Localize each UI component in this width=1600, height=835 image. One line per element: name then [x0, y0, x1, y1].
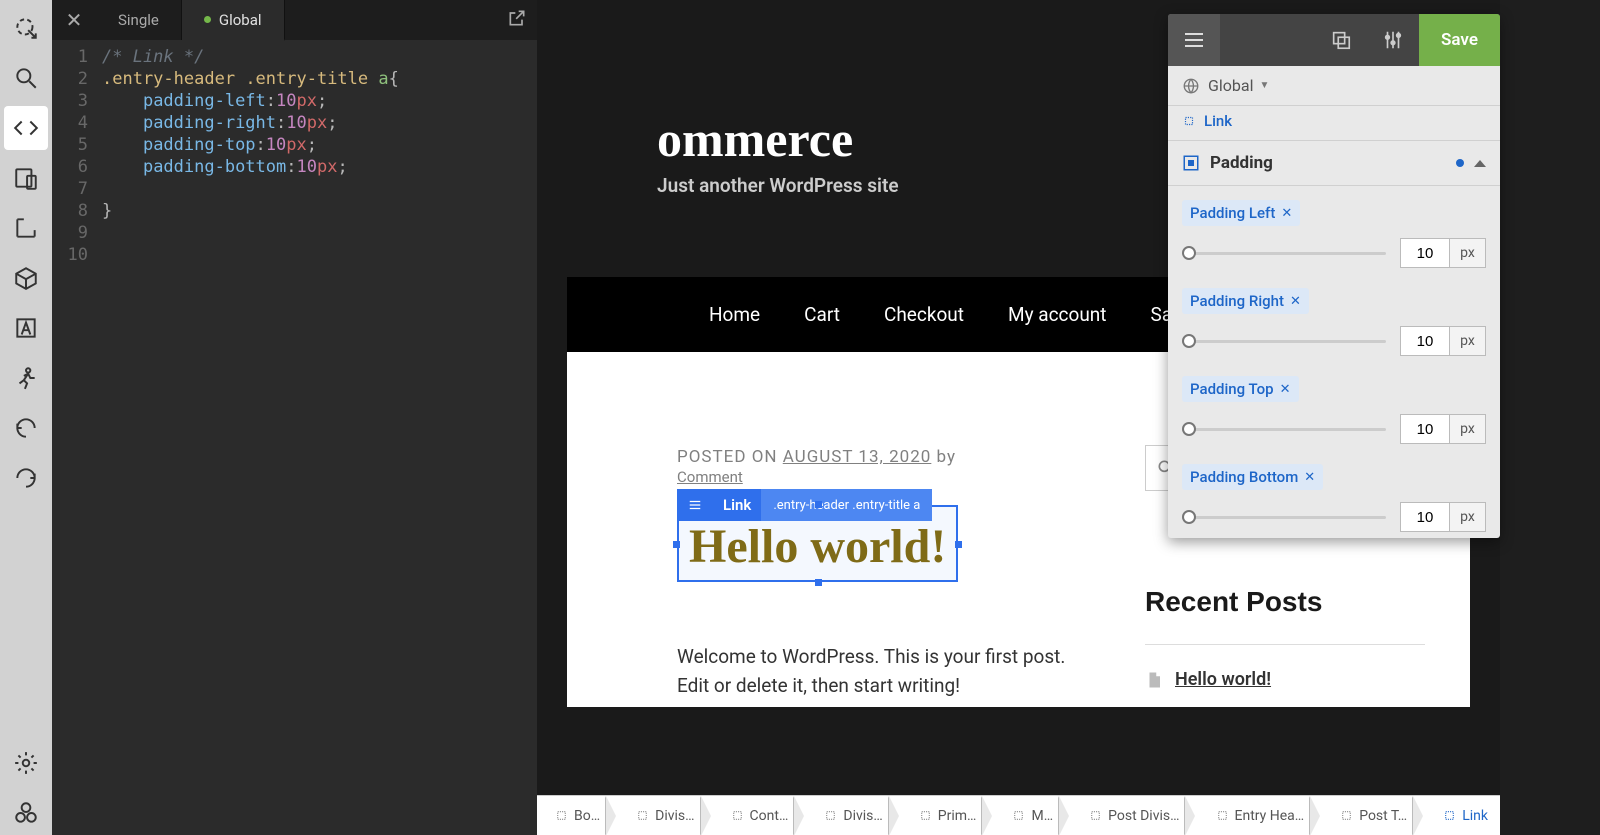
selection-menu-icon[interactable] — [677, 498, 713, 512]
property-padding-left: Padding Left ✕ px — [1168, 186, 1500, 274]
run-icon[interactable] — [4, 356, 48, 400]
code-lines: /* Link */ .entry-header .entry-title a{… — [102, 46, 537, 266]
panel-menu-icon[interactable] — [1168, 14, 1220, 66]
collapse-icon[interactable] — [1474, 160, 1486, 167]
value-slider[interactable] — [1182, 428, 1386, 431]
breadcrumb-item[interactable]: Link — [1425, 796, 1500, 835]
devices-icon[interactable] — [4, 156, 48, 200]
breadcrumb-item[interactable]: Divis… — [806, 796, 894, 835]
scope-selector[interactable]: Global▼ — [1168, 66, 1500, 106]
property-chip[interactable]: Padding Top ✕ — [1182, 376, 1299, 402]
selection-badge[interactable]: Link .entry-header .entry-title a — [677, 489, 932, 521]
unit-select[interactable]: px — [1450, 326, 1486, 356]
breadcrumb-item[interactable]: M… — [994, 796, 1065, 835]
font-icon[interactable] — [4, 306, 48, 350]
breadcrumb-item[interactable]: Cont… — [713, 796, 801, 835]
selection-label: Link — [713, 496, 761, 514]
properties-panel: Save Global▼ Link Padding Padding Left ✕… — [1168, 14, 1500, 538]
value-slider[interactable] — [1182, 252, 1386, 255]
unit-select[interactable]: px — [1450, 238, 1486, 268]
nav-checkout[interactable]: Checkout — [862, 277, 986, 352]
post-meta: POSTED ON AUGUST 13, 2020 by Comment — [677, 447, 1085, 487]
main-column: POSTED ON AUGUST 13, 2020 by Comment Lin… — [677, 447, 1085, 707]
code-icon[interactable] — [4, 106, 48, 150]
breadcrumb-item[interactable]: Divis… — [618, 796, 706, 835]
post-date-link[interactable]: AUGUST 13, 2020 — [783, 447, 932, 467]
search-icon[interactable] — [4, 56, 48, 100]
undo-icon[interactable] — [4, 406, 48, 450]
nav-home[interactable]: Home — [687, 277, 782, 352]
target-icon[interactable] — [4, 6, 48, 50]
left-icon-rail — [0, 0, 52, 835]
breadcrumb-item[interactable]: Post Divis… — [1071, 796, 1191, 835]
redo-icon[interactable] — [4, 456, 48, 500]
value-input[interactable] — [1400, 326, 1450, 356]
value-input[interactable] — [1400, 502, 1450, 532]
tab-global[interactable]: Global — [182, 0, 285, 41]
selected-element[interactable]: Link .entry-header .entry-title a Hello … — [677, 505, 958, 582]
breadcrumb-item[interactable]: Entry Hea… — [1198, 796, 1317, 835]
line-gutter: 12345678910 — [52, 46, 102, 266]
recent-post-link[interactable]: Hello world! — [1145, 669, 1425, 690]
remove-icon[interactable]: ✕ — [1281, 206, 1292, 221]
modules-icon[interactable] — [4, 791, 48, 835]
value-slider[interactable] — [1182, 516, 1386, 519]
remove-icon[interactable]: ✕ — [1304, 470, 1315, 485]
property-chip[interactable]: Padding Right ✕ — [1182, 288, 1309, 314]
value-slider[interactable] — [1182, 340, 1386, 343]
nav-myaccount[interactable]: My account — [986, 277, 1129, 352]
settings-gear-icon[interactable] — [4, 741, 48, 785]
unit-select[interactable]: px — [1450, 502, 1486, 532]
remove-icon[interactable]: ✕ — [1280, 382, 1291, 397]
comment-link[interactable]: Comment — [677, 468, 743, 486]
remove-icon[interactable]: ✕ — [1290, 294, 1301, 309]
sliders-icon[interactable] — [1367, 14, 1419, 66]
tab-single[interactable]: Single — [96, 0, 182, 40]
nav-cart[interactable]: Cart — [782, 277, 862, 352]
widget-recent-posts-title: Recent Posts — [1145, 586, 1425, 618]
value-input[interactable] — [1400, 238, 1450, 268]
property-padding-top: Padding Top ✕ px — [1168, 362, 1500, 450]
code-tabbar: ✕ Single Global — [52, 0, 537, 40]
value-input[interactable] — [1400, 414, 1450, 444]
close-tabs-button[interactable]: ✕ — [52, 0, 96, 40]
ruler-icon[interactable] — [4, 206, 48, 250]
element-link-row[interactable]: Link — [1168, 106, 1500, 141]
properties-toolbar: Save — [1168, 14, 1500, 66]
post-body: Welcome to WordPress. This is your first… — [677, 642, 1085, 701]
property-chip[interactable]: Padding Left ✕ — [1182, 200, 1300, 226]
breadcrumb-item[interactable]: Post T… — [1322, 796, 1419, 835]
code-editor[interactable]: 12345678910 /* Link */ .entry-header .en… — [52, 40, 537, 266]
divider — [1145, 644, 1425, 645]
dom-breadcrumb: Bo…Divis…Cont…Divis…Prim…M…Post Divis…En… — [537, 795, 1500, 835]
property-padding-right: Padding Right ✕ px — [1168, 274, 1500, 362]
popout-icon[interactable] — [507, 8, 527, 32]
selection-selector: .entry-header .entry-title a — [761, 489, 932, 521]
property-chip[interactable]: Padding Bottom ✕ — [1182, 464, 1323, 490]
box-icon[interactable] — [4, 256, 48, 300]
breadcrumb-item[interactable]: Prim… — [901, 796, 989, 835]
modified-dot-icon — [204, 16, 211, 23]
modified-indicator-icon — [1456, 159, 1464, 167]
save-button[interactable]: Save — [1419, 14, 1500, 66]
property-padding-bottom: Padding Bottom ✕ px — [1168, 450, 1500, 538]
unit-select[interactable]: px — [1450, 414, 1486, 444]
padding-section-header[interactable]: Padding — [1168, 141, 1500, 186]
breadcrumb-item[interactable]: Bo… — [537, 796, 612, 835]
code-panel: ✕ Single Global 12345678910 /* Link */ .… — [52, 0, 537, 835]
copy-icon[interactable] — [1315, 14, 1367, 66]
